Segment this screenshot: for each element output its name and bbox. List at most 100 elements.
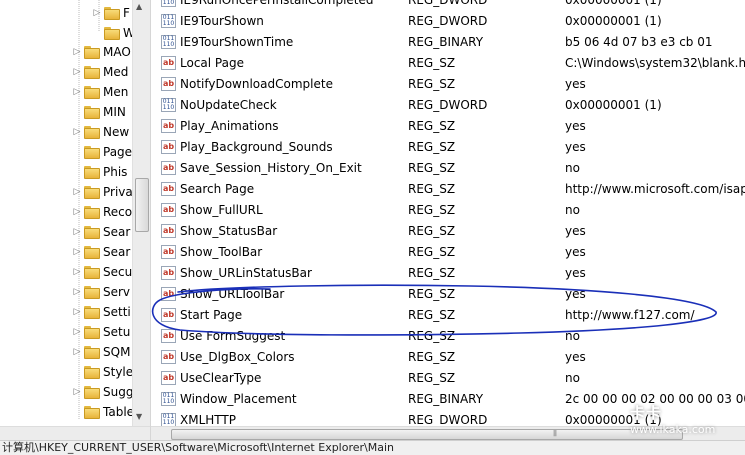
string-value-icon: ab bbox=[161, 286, 176, 301]
tree-key-item[interactable]: ▷ Men bbox=[72, 82, 129, 102]
value-name-cell: ab Use FormSuggest bbox=[161, 328, 285, 343]
value-name: Show_URLToolBar bbox=[180, 286, 285, 301]
tree-horizontal-scrollbar[interactable] bbox=[0, 426, 150, 441]
registry-value-row[interactable]: 011 110 IE9TourShownTime REG_BINARY b5 06 4… bbox=[151, 31, 745, 52]
registry-value-row[interactable]: ab Use_DlgBox_Colors REG_SZ yes bbox=[151, 346, 745, 367]
value-name: Show_ToolBar bbox=[180, 244, 263, 259]
value-name: Search Page bbox=[180, 181, 255, 196]
value-data: yes bbox=[565, 244, 586, 259]
tree-key-item[interactable]: ▷ Sear bbox=[72, 222, 131, 242]
registry-value-row[interactable]: ab Play_Background_Sounds REG_SZ yes bbox=[151, 136, 745, 157]
registry-value-row[interactable]: ab UseClearType REG_SZ no bbox=[151, 367, 745, 388]
folder-icon bbox=[84, 205, 100, 219]
expand-arrow-icon[interactable]: ▷ bbox=[72, 347, 82, 357]
value-type: REG_SZ bbox=[408, 181, 456, 196]
expand-arrow-icon[interactable]: ▷ bbox=[72, 247, 82, 257]
tree-key-item[interactable]: Table bbox=[72, 402, 134, 422]
tree-key-item[interactable]: MIN bbox=[72, 102, 126, 122]
tree-key-label: Men bbox=[103, 85, 129, 99]
value-type: REG_DWORD bbox=[408, 97, 488, 112]
scroll-up-icon[interactable]: ▲ bbox=[136, 2, 142, 11]
value-type: REG_DWORD bbox=[408, 412, 488, 427]
tree-key-item[interactable]: ▷ Serv bbox=[72, 282, 131, 302]
registry-value-row[interactable]: 011 110 NoUpdateCheck REG_DWORD 0x00000001 … bbox=[151, 94, 745, 115]
tree-key-label: New bbox=[103, 125, 130, 139]
tree-key-item[interactable]: ▷ Reco bbox=[72, 202, 133, 222]
expand-arrow-icon[interactable]: ▷ bbox=[72, 187, 82, 197]
tree-vertical-scrollbar[interactable]: ▲ ▼ bbox=[132, 0, 150, 426]
registry-value-row[interactable]: ab Local Page REG_SZ C:\Windows\system32\bl… bbox=[151, 52, 745, 73]
registry-value-row[interactable]: ab Show_URLinStatusBar REG_SZ yes bbox=[151, 262, 745, 283]
tree-key-item[interactable]: W bbox=[92, 23, 135, 43]
expand-arrow-icon[interactable]: ▷ bbox=[72, 307, 82, 317]
tree-key-item[interactable]: Page bbox=[72, 142, 132, 162]
expand-arrow-icon[interactable]: ▷ bbox=[92, 8, 102, 18]
scroll-grip-icon: ||| bbox=[553, 430, 557, 437]
registry-value-row[interactable]: ab Show_URLToolBar REG_SZ yes bbox=[151, 283, 745, 304]
expand-arrow-icon[interactable]: ▷ bbox=[72, 327, 82, 337]
tree-key-item[interactable]: ▷ Secu bbox=[72, 262, 133, 282]
tree-key-label: MAO bbox=[103, 45, 131, 59]
expand-arrow-icon[interactable]: ▷ bbox=[72, 127, 82, 137]
registry-value-row[interactable]: ab Save_Session_History_On_Exit REG_SZ no bbox=[151, 157, 745, 178]
registry-values-list[interactable]: 011 110 IE9RunOncePerInstallCompleted REG_… bbox=[151, 0, 745, 426]
string-value-icon: ab bbox=[161, 139, 176, 154]
string-value-icon: ab bbox=[161, 244, 176, 259]
expand-arrow-icon[interactable]: ▷ bbox=[72, 67, 82, 77]
registry-value-row[interactable]: ab Show_ToolBar REG_SZ yes bbox=[151, 241, 745, 262]
value-name-cell: ab NotifyDownloadComplete bbox=[161, 76, 333, 91]
tree-key-item[interactable]: ▷ Med bbox=[72, 62, 129, 82]
value-name-cell: ab Local Page bbox=[161, 55, 244, 70]
value-data: C:\Windows\system32\blank.htm bbox=[565, 55, 745, 70]
tree-key-item[interactable]: ▷ New bbox=[72, 122, 130, 142]
tree-key-label: Med bbox=[103, 65, 129, 79]
tree-key-item[interactable]: ▷ Sugg bbox=[72, 382, 134, 402]
registry-value-row[interactable]: ab Search Page REG_SZ http://www.microsoft.… bbox=[151, 178, 745, 199]
tree-key-item[interactable]: ▷ SQM bbox=[72, 342, 131, 362]
tree-key-item[interactable]: Style bbox=[72, 362, 133, 382]
expand-arrow-icon[interactable]: ▷ bbox=[72, 207, 82, 217]
tree-key-item[interactable]: ▷ F bbox=[92, 3, 130, 23]
expand-arrow-icon[interactable]: ▷ bbox=[72, 287, 82, 297]
expand-arrow-icon[interactable]: ▷ bbox=[72, 47, 82, 57]
folder-icon bbox=[84, 45, 100, 59]
value-data: 0x00000001 (1) bbox=[565, 0, 662, 7]
registry-value-row[interactable]: ab Show_StatusBar REG_SZ yes bbox=[151, 220, 745, 241]
tree-key-item[interactable]: ▷ Setti bbox=[72, 302, 131, 322]
registry-value-row[interactable]: ab Start Page REG_SZ http://www.f127.com/ bbox=[151, 304, 745, 325]
tree-key-item[interactable]: ▷ Priva bbox=[72, 182, 133, 202]
value-name-cell: 011 110 NoUpdateCheck bbox=[161, 97, 277, 112]
registry-value-row[interactable]: ab Show_FullURL REG_SZ no bbox=[151, 199, 745, 220]
registry-value-row[interactable]: ab NotifyDownloadComplete REG_SZ yes bbox=[151, 73, 745, 94]
folder-icon bbox=[84, 365, 100, 379]
value-name-cell: 011 110 IE9RunOncePerInstallCompleted bbox=[161, 0, 374, 7]
value-name: Local Page bbox=[180, 55, 244, 70]
scroll-thumb[interactable] bbox=[171, 429, 683, 440]
registry-value-row[interactable]: ab Play_Animations REG_SZ yes bbox=[151, 115, 745, 136]
expand-arrow-icon[interactable]: ▷ bbox=[72, 87, 82, 97]
registry-value-row[interactable]: 011 110 IE9TourShown REG_DWORD 0x00000001 (… bbox=[151, 10, 745, 31]
value-type: REG_SZ bbox=[408, 160, 456, 175]
tree-key-item[interactable]: Phis bbox=[72, 162, 127, 182]
value-type: REG_SZ bbox=[408, 370, 456, 385]
watermark-url: www.ikaka.com bbox=[630, 423, 716, 436]
string-value-icon: ab bbox=[161, 181, 176, 196]
expand-arrow-icon[interactable]: ▷ bbox=[72, 267, 82, 277]
scroll-thumb[interactable] bbox=[135, 178, 149, 232]
tree-key-item[interactable]: ▷ MAO bbox=[72, 42, 131, 62]
binary-value-icon: 011 110 bbox=[161, 0, 176, 7]
registry-value-row[interactable]: 011 110 IE9RunOncePerInstallCompleted REG_… bbox=[151, 0, 745, 10]
value-type: REG_DWORD bbox=[408, 0, 487, 7]
registry-key-tree[interactable]: ▷ F W ▷ MAO ▷ Med ▷ Men MIN ▷ New Page Phis ▷ Priva ▷ Rec… bbox=[0, 0, 151, 440]
tree-key-item[interactable]: ▷ Sear bbox=[72, 242, 131, 262]
value-name: Show_FullURL bbox=[180, 202, 263, 217]
registry-value-row[interactable]: ab Use FormSuggest REG_SZ no bbox=[151, 325, 745, 346]
expand-arrow-icon[interactable]: ▷ bbox=[72, 227, 82, 237]
value-data: http://www.f127.com/ bbox=[565, 307, 695, 322]
value-type: REG_BINARY bbox=[408, 391, 484, 406]
folder-icon bbox=[84, 385, 100, 399]
tree-key-item[interactable]: ▷ Setu bbox=[72, 322, 131, 342]
scroll-down-icon[interactable]: ▼ bbox=[136, 412, 142, 421]
expand-arrow-icon[interactable]: ▷ bbox=[72, 387, 82, 397]
value-data: yes bbox=[565, 349, 586, 364]
